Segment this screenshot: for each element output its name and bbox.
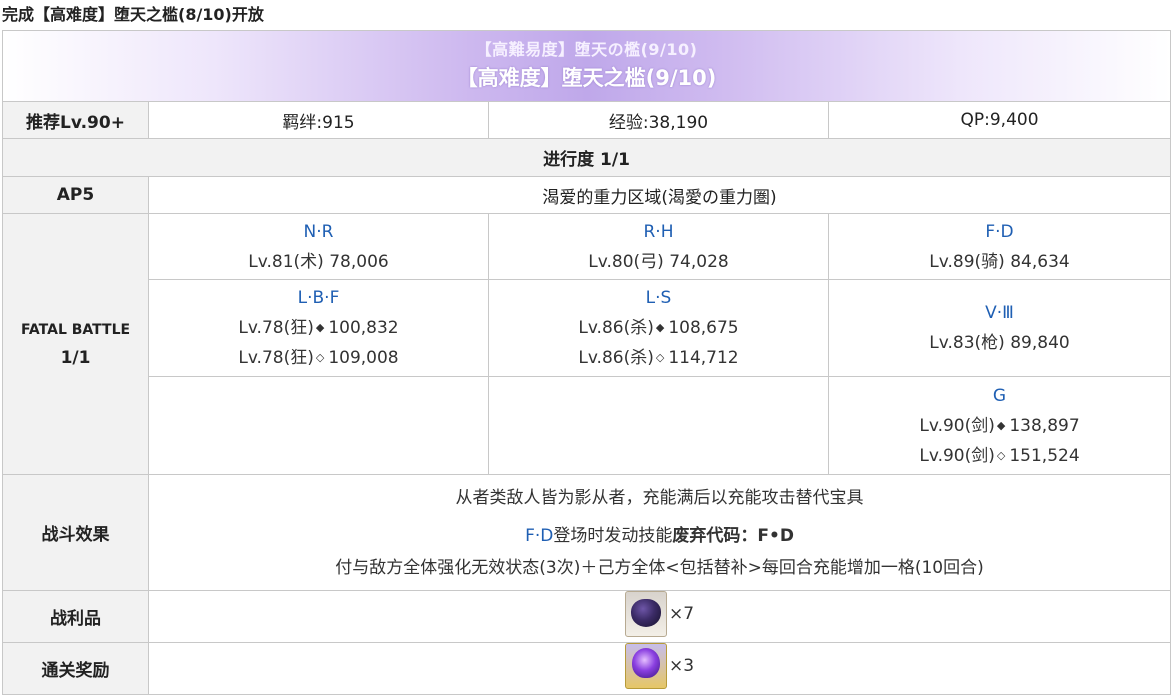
bond-value: 羁绊:915 [148, 101, 489, 139]
effect-line-1: 从者类敌人皆为影从者，充能满后以充能攻击替代宝具 [455, 487, 864, 508]
enemy-level: Lv.90(剑) [919, 445, 995, 466]
enemy-level: Lv.78(狂) [238, 348, 314, 368]
enemy-name-link[interactable]: N·R [149, 217, 488, 247]
enemy-cell-lbf: L·B·F Lv.78(狂) ◆ 100,832 Lv.78(狂) ◇ 109,008 [148, 279, 489, 377]
drop-quantity: ×7 [668, 604, 695, 624]
enemy-hp: 138,897 [1009, 415, 1080, 436]
enemy-level: Lv.78(狂) [238, 318, 314, 338]
recommended-level: 推荐Lv.90+ [2, 101, 149, 139]
enemy-cell-empty-1 [148, 376, 489, 475]
enemy-stats: Lv.86(杀) ◇ 114,712 [489, 343, 828, 373]
enemy-stats: Lv.90(剑) ◇ 151,524 [829, 441, 1170, 471]
effect-skill-name: 废弃代码：F•D [672, 525, 794, 546]
enemy-hp: 100,832 [328, 318, 399, 338]
filled-diamond-icon: ◆ [996, 418, 1006, 432]
enemy-stats: Lv.78(狂) ◇ 109,008 [149, 343, 488, 373]
effect-enemy-link[interactable]: F·D [525, 526, 553, 546]
progress-label: 进行度 1/1 [1, 138, 1172, 177]
enemy-cell-g: G Lv.90(剑) ◆ 138,897 Lv.90(剑) ◇ 151,524 [827, 376, 1172, 475]
enemy-hp: 151,524 [1009, 445, 1080, 466]
quest-title-jp: 【高難易度】堕天の檻(9/10) [475, 40, 698, 59]
quest-header: 【高難易度】堕天の檻(9/10) 【高难度】堕天之槛(9/10) [1, 30, 1172, 102]
enemy-hp: 114,712 [668, 348, 739, 368]
enemy-level: Lv.90(剑) [919, 415, 995, 436]
page-title: 完成【高难度】堕天之槛(8/10)开放 [2, 5, 264, 24]
enemy-stats: Lv.90(剑) ◆ 138,897 [829, 411, 1170, 441]
hollow-diamond-icon: ◇ [315, 351, 325, 364]
enemy-cell-rh: R·H Lv.80(弓) 74,028 [488, 213, 829, 280]
enemy-name-link[interactable]: F·D [829, 217, 1170, 247]
hollow-diamond-icon: ◇ [655, 351, 665, 364]
field-name: 渴爱的重力区域(渴愛の重力圏) [147, 176, 1172, 214]
battle-label: FATAL BATTLE 1/1 [2, 213, 149, 475]
qp-value: QP:9,400 [827, 101, 1172, 139]
enemy-cell-nr: N·R Lv.81(术) 78,006 [148, 213, 489, 280]
enemy-level: Lv.86(杀) [578, 348, 654, 368]
enemy-hp: 109,008 [328, 348, 399, 368]
quest-title-cn: 【高难度】堕天之槛(9/10) [456, 66, 717, 90]
enemy-stats: Lv.78(狂) ◆ 100,832 [149, 313, 488, 343]
effect-text: 登场时发动技能 [553, 525, 673, 546]
ap-cost: AP5 [2, 176, 149, 214]
enemy-name-link[interactable]: R·H [489, 217, 828, 247]
reward-quantity: ×3 [668, 656, 695, 676]
fatal-battle-text: FATAL BATTLE [20, 322, 131, 338]
hollow-diamond-icon: ◇ [996, 448, 1006, 462]
enemy-name-link[interactable]: L·B·F [149, 283, 488, 313]
purple-heart-item-icon[interactable] [624, 643, 667, 689]
enemy-cell-v3: V·Ⅲ Lv.83(枪) 89,840 [827, 279, 1172, 377]
exp-value: 经验:38,190 [488, 101, 829, 139]
filled-diamond-icon: ◆ [655, 321, 665, 334]
enemy-hp: 108,675 [668, 318, 739, 338]
effects-label: 战斗效果 [2, 474, 149, 591]
drops-cell: ×7 [147, 590, 1172, 643]
rewards-cell: ×3 [147, 642, 1172, 695]
enemy-stats: Lv.86(杀) ◆ 108,675 [489, 313, 828, 343]
quest-table: 【高難易度】堕天の檻(9/10) 【高难度】堕天之槛(9/10) 推荐Lv.90… [1, 30, 1172, 695]
enemy-name-link[interactable]: V·Ⅲ [829, 298, 1170, 328]
enemy-cell-fd: F·D Lv.89(骑) 84,634 [827, 213, 1172, 280]
enemy-cell-ls: L·S Lv.86(杀) ◆ 108,675 Lv.86(杀) ◇ 114,712 [488, 279, 829, 377]
enemy-name-link[interactable]: G [829, 381, 1170, 411]
effect-line-2: F·D登场时发动技能废弃代码：F•D [149, 520, 1170, 552]
effects-cell: 从者类敌人皆为影从者，充能满后以充能攻击替代宝具 F·D登场时发动技能废弃代码：… [147, 474, 1172, 591]
dark-crystal-item-icon[interactable] [624, 591, 667, 637]
enemy-stats: Lv.81(术) 78,006 [248, 251, 389, 272]
enemy-stats: Lv.80(弓) 74,028 [588, 251, 729, 272]
enemy-stats: Lv.83(枪) 89,840 [929, 333, 1070, 353]
effect-line-3: 付与敌方全体强化无效状态(3次)＋己方全体<包括替补>每回合充能增加一格(10回… [335, 557, 984, 578]
enemy-cell-empty-2 [488, 376, 829, 475]
enemy-stats: Lv.89(骑) 84,634 [929, 251, 1070, 272]
enemy-level: Lv.86(杀) [578, 318, 654, 338]
enemy-name-link[interactable]: L·S [489, 283, 828, 313]
drops-label: 战利品 [2, 590, 149, 643]
rewards-label: 通关奖励 [2, 642, 149, 695]
battle-count: 1/1 [60, 348, 91, 368]
filled-diamond-icon: ◆ [315, 321, 325, 334]
